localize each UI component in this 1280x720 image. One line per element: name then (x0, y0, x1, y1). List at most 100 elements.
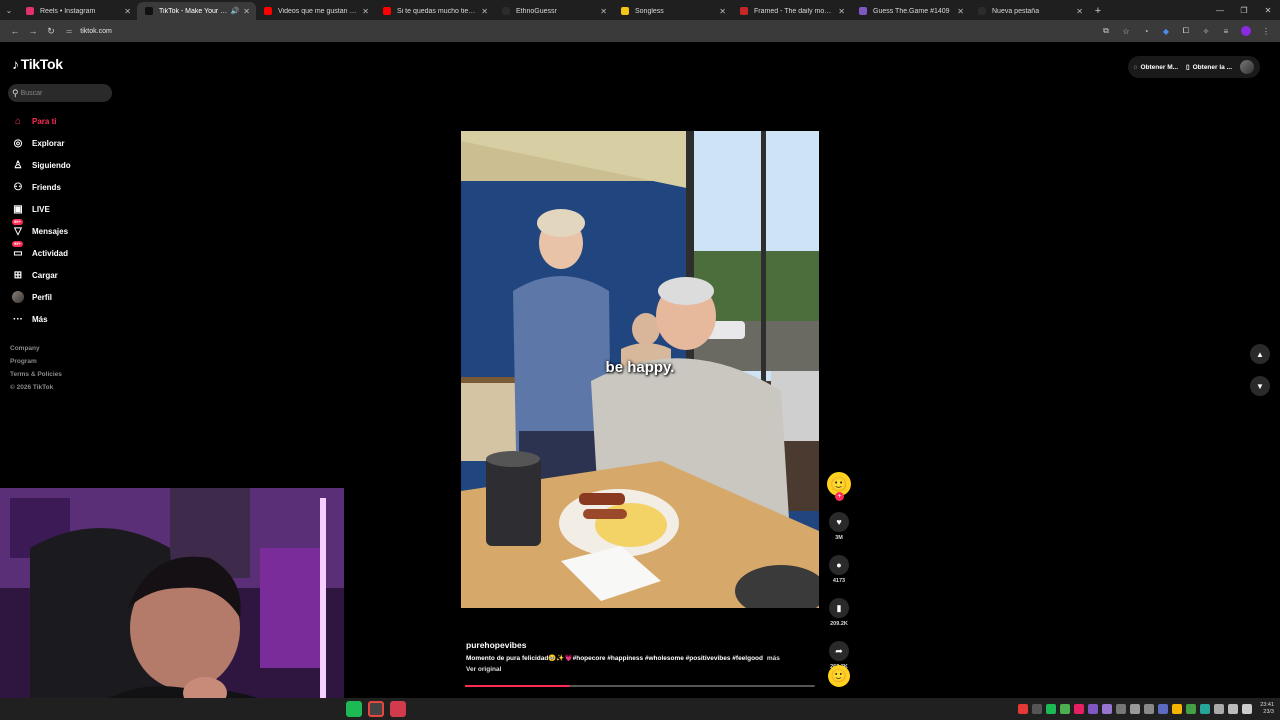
extension-blue-icon[interactable]: ◆ (1158, 22, 1174, 40)
reload-icon[interactable]: ↻ (42, 22, 60, 40)
tray-icon-green2[interactable] (1186, 704, 1197, 714)
browser-tab[interactable]: Songless ✕ (613, 2, 732, 20)
chrome-icon[interactable] (368, 701, 384, 717)
video-author[interactable]: purehopevibes (466, 638, 816, 652)
tray-icon-game[interactable] (1032, 704, 1043, 714)
tray-icon-network[interactable] (1228, 704, 1239, 714)
tray-icon-pink[interactable] (1074, 704, 1085, 714)
creator-avatar[interactable]: 🙂 + (827, 472, 851, 501)
sidebar-item-more[interactable]: ··· Más (10, 308, 120, 330)
browser-tab[interactable]: Si te quedas mucho tiempo en ✕ (375, 2, 494, 20)
footer-link[interactable]: Company (10, 342, 62, 355)
browser-tab[interactable]: Guess The.Game #1409 ✕ (851, 2, 970, 20)
tray-icon-pen[interactable] (1102, 704, 1113, 714)
chevron-down-icon: ▼ (1256, 381, 1264, 391)
tab-audio-icon[interactable]: 🔊 (231, 7, 240, 15)
tray-icon-yellow[interactable] (1172, 704, 1183, 714)
browser-tab[interactable]: EthnoGuessr ✕ (494, 2, 613, 20)
footer-link[interactable]: Terms & Policies (10, 368, 62, 381)
sidebar-item-compass[interactable]: ◎ Explorar (10, 132, 120, 154)
taskbar-clock[interactable]: 23:41 23/3 (1260, 702, 1274, 716)
sidebar-item-upload[interactable]: ⊞ Cargar (10, 264, 120, 286)
tab-title: TikTok - Make Your Day (159, 7, 229, 15)
sidebar-item-friends[interactable]: ⚇ Friends (10, 176, 120, 198)
tab-close-icon[interactable]: ✕ (600, 7, 607, 16)
bookmark-icon: ▮ (836, 602, 842, 613)
tray-icon-purple[interactable] (1088, 704, 1099, 714)
previous-video-button[interactable]: ▲ (1250, 344, 1270, 364)
more-button[interactable]: más (767, 655, 780, 662)
tray-icon-arrow[interactable] (1116, 704, 1127, 714)
sidebar-item-messages[interactable]: ▽ 99+ Mensajes (10, 219, 120, 242)
tray-icon-blue[interactable] (1158, 704, 1169, 714)
user-avatar[interactable] (1240, 60, 1254, 74)
share-button[interactable]: ➦ (829, 641, 849, 661)
browser-tab[interactable]: TikTok - Make Your Day 🔊 ✕ (137, 2, 256, 20)
minimize-icon[interactable]: — (1208, 0, 1232, 20)
bookmarks-icon[interactable]: ✧ (1198, 22, 1214, 40)
tray-icon-discord[interactable] (1144, 704, 1155, 714)
clock-time: 23:41 (1260, 702, 1274, 708)
save-button[interactable]: ▮ (829, 598, 849, 618)
sidebar-item-profile[interactable]: Perfil (10, 286, 120, 308)
tray-icon-spotify[interactable] (1046, 704, 1057, 714)
video-description: Momento de pura felicidad🥹✨💗#hopecore #h… (466, 654, 816, 662)
tab-close-icon[interactable]: ✕ (243, 7, 250, 16)
tab-search-icon[interactable]: ⌄ (0, 0, 18, 20)
sidebar-item-home[interactable]: ⌂ Para ti (10, 110, 120, 132)
tab-close-icon[interactable]: ✕ (719, 7, 726, 16)
tray-icon-volume[interactable] (1242, 704, 1253, 714)
browser-tab[interactable]: Framed - The daily movie guessing ✕ (732, 2, 851, 20)
browser-tab[interactable]: Nueva pestaña ✕ (970, 2, 1089, 20)
like-button[interactable]: ♥ (829, 512, 849, 532)
profile-avatar-icon[interactable] (1238, 22, 1254, 40)
get-app-button[interactable]: ◌ Obtener M... (1134, 64, 1178, 71)
sidebar-item-label: Perfil (32, 292, 53, 302)
get-app-button-2[interactable]: ▯ Obtener la ... (1186, 63, 1232, 72)
tab-close-icon[interactable]: ✕ (1076, 7, 1083, 16)
maximize-icon[interactable]: ❐ (1232, 0, 1256, 20)
sidebar-item-live[interactable]: ▣ LIVE (10, 198, 120, 220)
media-controls-icon[interactable]: ≡ (1218, 22, 1234, 40)
forward-icon[interactable]: → (24, 22, 42, 40)
tray-icon-gear[interactable] (1130, 704, 1141, 714)
tab-close-icon[interactable]: ✕ (838, 7, 845, 16)
new-tab-button[interactable]: + (1089, 2, 1107, 20)
bookmark-star-icon[interactable]: ☆ (1118, 22, 1134, 40)
close-window-icon[interactable]: ✕ (1256, 0, 1280, 20)
tab-close-icon[interactable]: ✕ (957, 7, 964, 16)
footer-link[interactable]: Program (10, 355, 62, 368)
back-icon[interactable]: ← (6, 22, 24, 40)
tray-icon-mic[interactable] (1214, 704, 1225, 714)
tray-icon-green[interactable] (1060, 704, 1071, 714)
browser-menu-icon[interactable]: ⋮ (1258, 22, 1274, 40)
extension-icon[interactable]: ◔ (1138, 22, 1154, 40)
music-disc-icon[interactable]: 🙂 (828, 665, 850, 687)
video-progress-bar[interactable] (465, 685, 815, 687)
tiktok-logo[interactable]: ♪ TikTok (12, 56, 63, 72)
sidebar-item-activity[interactable]: ▭ 99+ Actividad (10, 241, 120, 264)
browser-tab[interactable]: Videos que me gustan - YouTube ✕ (256, 2, 375, 20)
search-input[interactable] (20, 89, 101, 97)
browser-tab[interactable]: Reels • Instagram ✕ (18, 2, 137, 20)
search-box[interactable]: ⚲ (8, 84, 112, 102)
spotify-icon[interactable] (346, 701, 362, 717)
notification-badge: 99+ (12, 241, 23, 247)
comment-button[interactable]: ● (829, 555, 849, 575)
tab-close-icon[interactable]: ✕ (481, 7, 488, 16)
address-bar[interactable]: ⚌ tiktok.com (66, 23, 112, 39)
install-icon[interactable]: ⧉ (1098, 22, 1114, 40)
app-icon[interactable] (390, 701, 406, 717)
top-right-actions: ◌ Obtener M... ▯ Obtener la ... (1127, 56, 1260, 78)
tab-close-icon[interactable]: ✕ (124, 7, 131, 16)
next-video-button[interactable]: ▼ (1250, 376, 1270, 396)
follow-plus-icon[interactable]: + (835, 492, 844, 501)
sidebar-item-following[interactable]: ♙ Siguiendo (10, 154, 120, 176)
site-info-icon[interactable]: ⚌ (66, 27, 72, 35)
see-original-link[interactable]: Ver original (466, 666, 816, 673)
tab-close-icon[interactable]: ✕ (362, 7, 369, 16)
extensions-puzzle-icon[interactable]: ⧠ (1178, 22, 1194, 40)
tray-icon-teal[interactable] (1200, 704, 1211, 714)
video-player[interactable]: be happy. (461, 131, 819, 608)
tray-icon-red[interactable] (1018, 704, 1029, 714)
